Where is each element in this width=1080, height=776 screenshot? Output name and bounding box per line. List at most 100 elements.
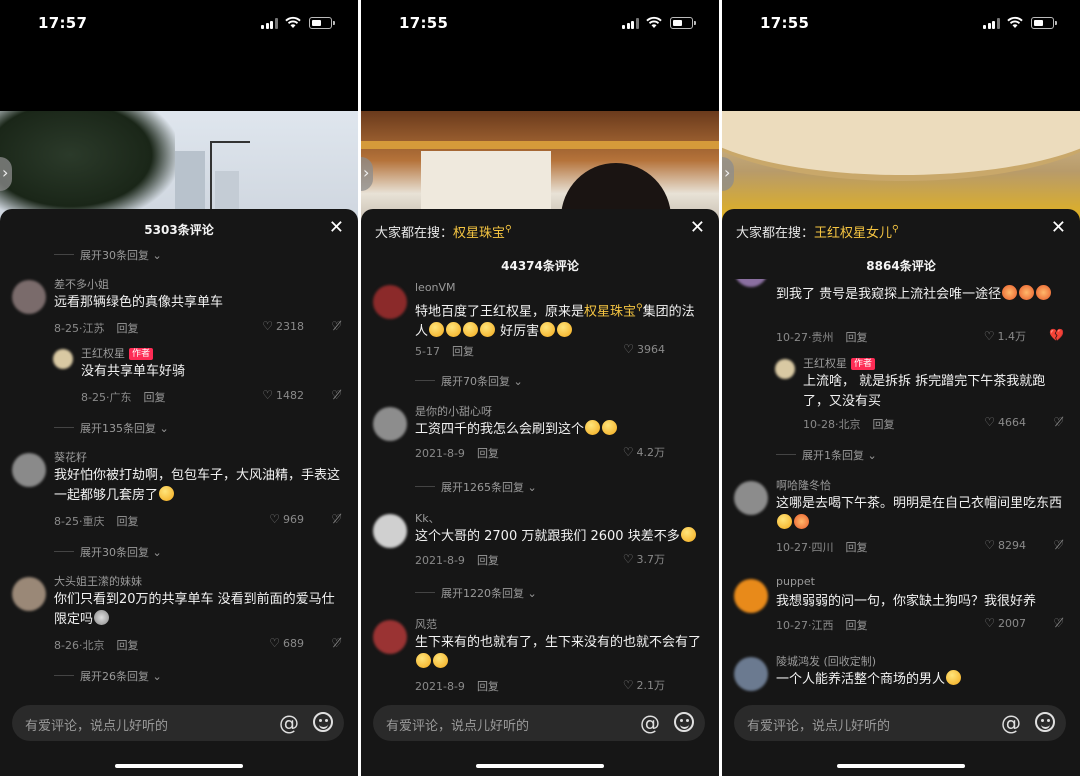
expand-replies-label[interactable]: 展开1220条回复 ⌄ — [415, 585, 537, 601]
trending-search-term[interactable]: 王红权星女儿 — [814, 226, 892, 241]
avatar[interactable] — [12, 577, 46, 611]
reply-button[interactable]: 回复 — [872, 418, 894, 431]
avatar[interactable] — [373, 514, 407, 548]
close-icon[interactable]: ✕ — [690, 219, 705, 237]
close-icon[interactable]: ✕ — [1051, 219, 1066, 237]
avatar[interactable] — [373, 285, 407, 319]
avatar[interactable] — [775, 359, 795, 379]
dislike-icon[interactable]: ♡̸ — [1053, 616, 1064, 630]
comment-username[interactable]: 是你的小甜心呀 — [415, 403, 492, 419]
expand-replies[interactable]: 展开26条回复 ⌄ — [0, 668, 358, 686]
avatar[interactable] — [373, 407, 407, 441]
expand-replies[interactable]: 展开30条回复 ⌄ — [0, 247, 358, 265]
expand-replies[interactable]: 展开135条回复 ⌄ — [0, 420, 358, 438]
dislike-icon[interactable]: ♡̸ — [331, 319, 342, 333]
expand-replies-label[interactable]: 展开1条回复 ⌄ — [776, 447, 877, 463]
reply-button[interactable]: 回复 — [477, 554, 499, 567]
like-button[interactable]: ♡ 1.4万 — [984, 328, 1026, 344]
like-button[interactable]: ♡ 1482 — [262, 388, 304, 402]
reply-button[interactable]: 回复 — [477, 680, 499, 693]
avatar[interactable] — [734, 579, 768, 613]
dislike-icon[interactable]: ♡̸ — [331, 512, 342, 526]
avatar[interactable] — [12, 453, 46, 487]
home-indicator[interactable] — [115, 764, 243, 768]
reply-button[interactable]: 回复 — [452, 345, 474, 358]
video-preview[interactable] — [0, 111, 358, 221]
comment-meta: 10-27·四川 回复 — [776, 539, 867, 555]
like-button[interactable]: ♡ 4.2万 — [623, 444, 665, 460]
expand-side-tab[interactable] — [361, 157, 373, 191]
comment-username[interactable]: 差不多小姐 — [54, 276, 109, 292]
emoji-picker-icon[interactable] — [313, 712, 333, 732]
comment-input[interactable]: 有爱评论，说点儿好听的 @ — [373, 705, 705, 741]
close-icon[interactable]: ✕ — [329, 219, 344, 237]
like-button[interactable]: ♡ 8294 — [984, 538, 1026, 552]
like-button[interactable]: ♡ 2007 — [984, 616, 1026, 630]
avatar[interactable] — [734, 481, 768, 515]
like-button[interactable]: ♡ 4664 — [984, 415, 1026, 429]
avatar[interactable] — [734, 279, 768, 287]
expand-replies[interactable]: 展开1265条回复 ⌄ — [361, 479, 719, 497]
shop-ceiling-image — [361, 141, 719, 149]
expand-replies[interactable]: 展开70条回复 ⌄ — [361, 373, 719, 391]
like-button[interactable]: ♡ 969 — [269, 512, 304, 526]
avatar[interactable] — [12, 280, 46, 314]
dislike-icon[interactable]: ♡̸ — [331, 636, 342, 650]
expand-replies-label[interactable]: 展开30条回复 ⌄ — [54, 544, 162, 560]
reply-button[interactable]: 回复 — [143, 391, 165, 404]
comment-username[interactable]: 王红权星 作者 — [81, 345, 154, 361]
avatar[interactable] — [734, 657, 768, 691]
reply-button[interactable]: 回复 — [116, 322, 138, 335]
dislike-icon[interactable]: ♡̸ — [331, 388, 342, 402]
expand-replies[interactable]: 展开1220条回复 ⌄ — [361, 585, 719, 603]
trending-search[interactable]: 大家都在搜：王红权星女儿⚲ — [736, 222, 899, 241]
comment-username[interactable]: 葵花籽 — [54, 449, 87, 465]
expand-replies-label[interactable]: 展开30条回复 ⌄ — [54, 247, 162, 263]
like-button[interactable]: ♡ 3.7万 — [623, 551, 665, 567]
expand-replies[interactable]: 展开30条回复 ⌄ — [0, 544, 358, 562]
avatar[interactable] — [373, 620, 407, 654]
comment-username[interactable]: 王红权星 作者 — [803, 355, 876, 371]
dislike-icon[interactable]: ♡̸ — [1053, 538, 1064, 552]
reply-button[interactable]: 回复 — [845, 331, 867, 344]
at-mention-icon[interactable]: @ — [1001, 711, 1021, 735]
dislike-icon[interactable]: ♡̸ — [1053, 415, 1064, 429]
reply-button[interactable]: 回复 — [116, 515, 138, 528]
at-mention-icon[interactable]: @ — [279, 711, 299, 735]
comment-username[interactable]: Kk、 — [415, 510, 440, 526]
reply-button[interactable]: 回复 — [845, 541, 867, 554]
comment-date: 10-28·北京 — [803, 418, 861, 431]
emoji-picker-icon[interactable] — [1035, 712, 1055, 732]
home-indicator[interactable] — [837, 764, 965, 768]
comment-username[interactable]: 大头姐王潆的妹妹 — [54, 573, 142, 589]
expand-replies-label[interactable]: 展开70条回复 ⌄ — [415, 373, 523, 389]
expand-replies[interactable]: 展开1条回复 ⌄ — [722, 447, 1080, 465]
comment-username[interactable]: 风范 — [415, 616, 437, 632]
expand-replies-label[interactable]: 展开26条回复 ⌄ — [54, 668, 162, 684]
like-button[interactable]: ♡ 689 — [269, 636, 304, 650]
like-button[interactable]: ♡ 3964 — [623, 342, 665, 356]
comment-input[interactable]: 有爱评论，说点儿好听的 @ — [734, 705, 1066, 741]
broken-heart-icon[interactable]: 💔 — [1049, 328, 1064, 342]
trending-search-term[interactable]: 权星珠宝 — [453, 226, 505, 241]
trending-search[interactable]: 大家都在搜：权星珠宝⚲ — [375, 222, 512, 241]
comment-username[interactable]: 陵城鸿发 (回收定制) — [776, 653, 876, 669]
expand-side-tab[interactable] — [722, 157, 734, 191]
comment-username[interactable]: leonVM — [415, 281, 456, 294]
emoji-picker-icon[interactable] — [674, 712, 694, 732]
comment-username[interactable]: puppet — [776, 575, 815, 588]
expand-replies-label[interactable]: 展开1265条回复 ⌄ — [415, 479, 537, 495]
at-mention-icon[interactable]: @ — [640, 711, 660, 735]
like-button[interactable]: ♡ 2318 — [262, 319, 304, 333]
comment-input[interactable]: 有爱评论，说点儿好听的 @ — [12, 705, 344, 741]
reply-button[interactable]: 回复 — [477, 447, 499, 460]
video-preview[interactable] — [361, 111, 719, 221]
expand-replies-label[interactable]: 展开135条回复 ⌄ — [54, 420, 169, 436]
like-button[interactable]: ♡ 2.1万 — [623, 677, 665, 693]
home-indicator[interactable] — [476, 764, 604, 768]
video-preview[interactable] — [722, 111, 1080, 221]
reply-button[interactable]: 回复 — [845, 619, 867, 632]
comment-username[interactable]: 啊哈隆冬恰 — [776, 477, 831, 493]
avatar[interactable] — [53, 349, 73, 369]
reply-button[interactable]: 回复 — [116, 639, 138, 652]
